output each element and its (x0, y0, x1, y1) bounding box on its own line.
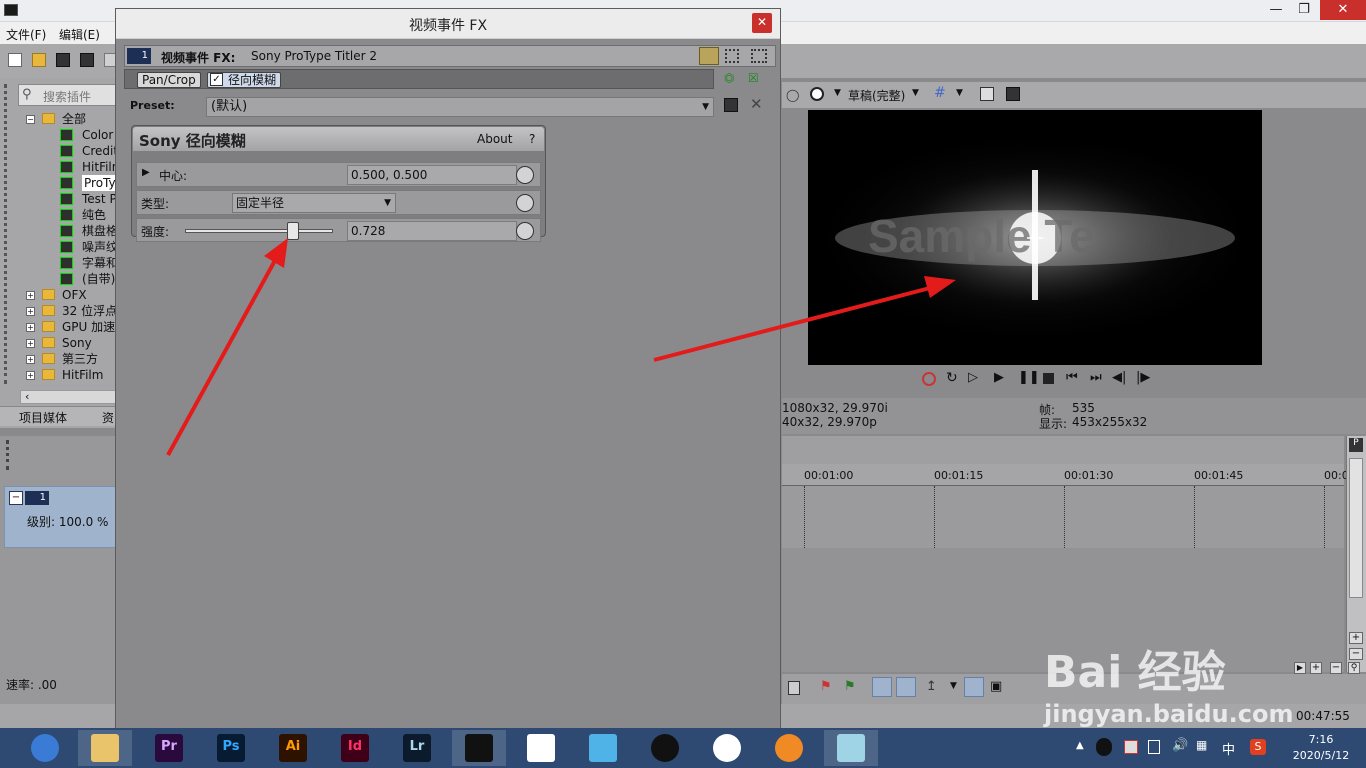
taskbar-app-bird[interactable] (576, 730, 630, 766)
indesign-icon: Id (341, 734, 369, 762)
app-bird-icon (589, 734, 617, 762)
app-notepad-icon (837, 734, 865, 762)
watermark-url: jingyan.baidu.com (1044, 700, 1294, 728)
arrow-head-preview (924, 276, 956, 298)
taskbar-indesign[interactable]: Id (328, 730, 382, 766)
browser-icon (31, 734, 59, 762)
premiere-icon: Pr (155, 734, 183, 762)
taskbar-browser[interactable] (18, 730, 72, 766)
taskbar-vegas[interactable] (452, 730, 506, 766)
arrow-to-preview (653, 286, 931, 362)
tray-battery-icon[interactable] (1148, 740, 1160, 754)
clock-date: 2020/5/12 (1292, 749, 1350, 762)
taskbar-photoshop[interactable]: Ps (204, 730, 258, 766)
tray-expand-icon[interactable]: ▲ (1076, 740, 1084, 751)
qq-icon (651, 734, 679, 762)
arrow-head-slider (264, 238, 288, 268)
tray-network-icon[interactable]: ▦ (1196, 738, 1207, 752)
taskbar: Pr Ps Ai Id Lr ▲ 🔊 ▦ 中 S 7:16 2020/5/12 (0, 728, 1366, 768)
tray-sogou-icon[interactable]: S (1250, 739, 1266, 755)
taskbar-illustrator[interactable]: Ai (266, 730, 320, 766)
arrow-to-slider (166, 254, 280, 456)
chrome-icon (713, 734, 741, 762)
clock-time: 7:16 (1308, 733, 1334, 746)
tray-ime-label[interactable]: 中 (1222, 739, 1235, 758)
taskbar-app-orange[interactable] (762, 730, 816, 766)
watermark-brand: Bai 经验 (1044, 647, 1226, 698)
taskbar-app-notepad[interactable] (824, 730, 878, 766)
tray-qq-icon[interactable] (1096, 738, 1112, 756)
lightroom-icon: Lr (403, 734, 431, 762)
taskbar-explorer[interactable] (78, 730, 132, 766)
explorer-icon (91, 734, 119, 762)
tray-security-icon[interactable] (1124, 740, 1138, 754)
taskbar-qq[interactable] (638, 730, 692, 766)
taskbar-app-umbrella[interactable] (514, 730, 568, 766)
app-orange-icon (775, 734, 803, 762)
app-umbrella-icon (527, 734, 555, 762)
tray-clock[interactable]: 7:16 2020/5/12 (1276, 732, 1366, 764)
baidu-watermark: Bai 经验 jingyan.baidu.com (1024, 618, 1364, 728)
photoshop-icon: Ps (217, 734, 245, 762)
vegas-icon (465, 734, 493, 762)
illustrator-icon: Ai (279, 734, 307, 762)
taskbar-chrome[interactable] (700, 730, 754, 766)
tray-volume-icon[interactable]: 🔊 (1172, 738, 1188, 753)
taskbar-premiere[interactable]: Pr (142, 730, 196, 766)
taskbar-lightroom[interactable]: Lr (390, 730, 444, 766)
